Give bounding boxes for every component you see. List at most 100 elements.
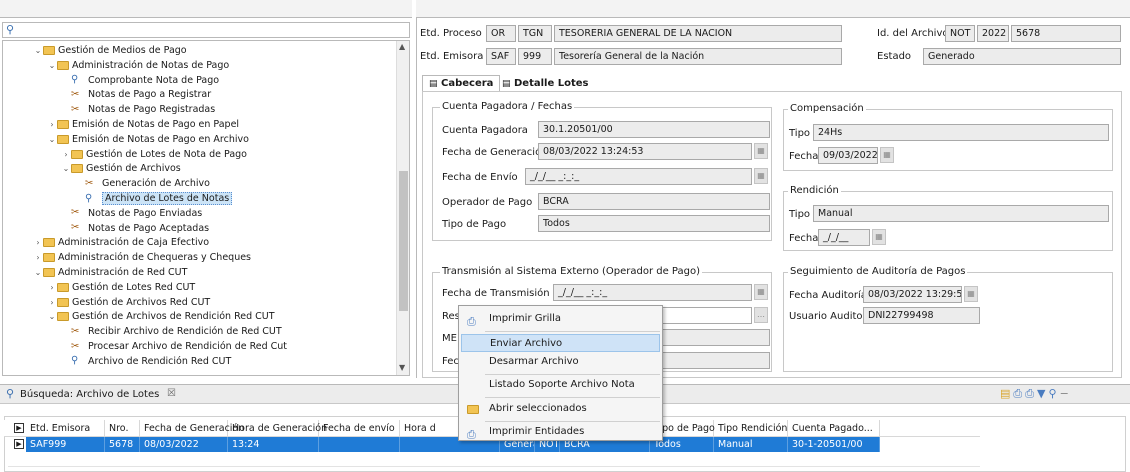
tree-scrollbar[interactable]: ▲ ▼ [396,41,409,375]
tree-item[interactable]: › Administración de Caja Efectivo [33,236,209,249]
fecha-auditoria-calendar-button[interactable]: ▦ [964,286,978,302]
chevron-down-icon[interactable]: ⌄ [61,164,71,173]
chevron-right-icon[interactable]: › [33,238,43,247]
chevron-down-icon[interactable]: ⌄ [33,268,43,277]
menu-item-imprimir-entidades[interactable]: ⎙ Imprimir Entidades [461,423,660,441]
open-folder-icon[interactable]: ▤ [1000,387,1013,400]
grid-column-header[interactable]: Etd. Emisora [26,420,105,437]
row-selector-icon[interactable]: ▶ [14,439,24,449]
folder-icon [57,60,69,70]
tree-item[interactable]: ⚲ Archivo de Lotes de Notas [75,192,233,205]
folder-icon [467,405,479,414]
chevron-down-icon[interactable]: ⌄ [47,61,57,70]
tree-item[interactable]: › Gestión de Lotes de Nota de Pago [61,148,247,161]
grid-cell[interactable] [319,437,400,452]
menu-item-enviar-archivo[interactable]: Enviar Archivo [461,334,660,352]
tree-item[interactable]: ⌄ Administración de Red CUT [33,266,188,279]
folder-icon [43,268,55,277]
scroll-thumb[interactable] [399,171,408,311]
grid-empty-line [8,466,980,467]
compensacion-calendar-button[interactable]: ▦ [880,147,894,163]
tab-detalle-lotes[interactable]: ▤ Detalle Lotes [496,76,595,91]
grid-cell[interactable]: SAF999 [26,437,105,452]
tree-search-bar[interactable]: ⚲ [2,22,410,38]
chevron-right-icon[interactable]: › [47,298,57,307]
tree-item[interactable]: ✂ Notas de Pago Aceptadas [61,222,209,235]
minimize-icon[interactable]: − [1060,387,1072,400]
rendicion-title: Rendición [788,185,841,196]
close-icon[interactable]: ☒ [167,388,176,399]
rendicion-fecha-label: Fecha [789,233,819,244]
tree-item-label: Emisión de Notas de Pago en Papel [72,119,240,130]
tree-item[interactable]: ✂ Notas de Pago a Registrar [61,88,211,101]
grid-cell[interactable]: Manual [714,437,788,452]
grid-cell[interactable]: 5678 [105,437,140,452]
tree-item[interactable]: ✂ Notas de Pago Enviadas [61,207,202,220]
tree-item-label: Notas de Pago a Registrar [88,89,212,101]
chevron-down-icon[interactable]: ⌄ [33,46,43,55]
fecha-transmision-calendar-button[interactable]: ▦ [754,284,768,300]
tree-item[interactable]: › Emisión de Notas de Pago en Papel [47,118,239,131]
folder-icon [71,149,83,159]
tree-item[interactable]: ✂ Recibir Archivo de Rendición de Red CUT [61,325,282,338]
tool-icon: ✂ [85,177,94,189]
chevron-down-icon[interactable]: ⌄ [47,135,57,144]
grid-column-header[interactable]: Hora de Generación [228,420,327,437]
tree-item[interactable]: ✂ Notas de Pago Registradas [61,103,215,116]
menu-separator [485,397,660,398]
tab-cabecera[interactable]: ▤ Cabecera [422,75,501,91]
grid-cell[interactable]: 13:24 [228,437,319,452]
fecha-envio-calendar-button[interactable]: ▦ [754,168,768,184]
fecha-envio-label: Fecha de Envío [442,172,518,183]
grid-column-header[interactable]: Nro. [105,420,140,437]
grid-cell[interactable]: 08/03/2022 [140,437,228,452]
tree-item[interactable]: ⌄ Administración de Notas de Pago [47,59,230,72]
scroll-up-icon[interactable]: ▲ [399,42,405,51]
grid-column-header[interactable]: Cuenta Pagado... [788,420,880,437]
grid-column-header[interactable]: Fecha de Generación [140,420,244,437]
grid-cell[interactable]: 30-1-20501/00 [788,437,880,452]
tree-item[interactable]: ⚲ Comprobante Nota de Pago [61,74,219,87]
menu-item-desarmar-archivo[interactable]: Desarmar Archivo [461,353,660,371]
folder-icon [57,120,69,129]
row-selector-icon[interactable]: ▶ [14,423,24,433]
chevron-right-icon[interactable]: › [61,150,71,159]
tree-item[interactable]: › Gestión de Lotes Red CUT [47,281,195,294]
chevron-right-icon[interactable]: › [33,253,43,262]
search-icon[interactable]: ⚲ [1049,387,1060,400]
tree-item[interactable]: ⌄ Emisión de Notas de Pago en Archivo [47,133,249,146]
etd-proceso-name: TESORERIA GENERAL DE LA NACION [554,25,842,42]
tree-item[interactable]: ⚲ Archivo de Rendición Red CUT [61,355,231,368]
menu-separator [485,374,660,375]
compensacion-tipo-label: Tipo [789,128,811,139]
res-field[interactable] [660,307,752,324]
res-browse-button[interactable]: … [754,307,768,323]
chevron-right-icon[interactable]: › [47,120,57,129]
tree-item[interactable]: ⌄ Gestión de Archivos [61,162,181,175]
menu-item-abrir-seleccionados[interactable]: Abrir seleccionados [461,400,660,418]
grid-column-header[interactable]: Fecha de envío [319,420,400,437]
etd-proceso-code1: OR [486,25,516,42]
print-icon[interactable]: ⎙ [1025,387,1037,400]
chevron-down-icon[interactable]: ⌄ [47,312,57,321]
menu-item-imprimir-grilla[interactable]: ⎙ Imprimir Grilla [461,310,660,328]
tree-item[interactable]: ⌄ Gestión de Medios de Pago [33,44,187,57]
tree-item[interactable]: ✂ Procesar Archivo de Rendición de Red Cu… [61,340,287,353]
chevron-right-icon[interactable]: › [47,283,57,292]
tree-item[interactable]: › Gestión de Archivos Red CUT [47,296,210,309]
scroll-down-icon[interactable]: ▼ [399,363,405,372]
search-icon: ⚲ [85,192,93,204]
fecha-generacion-calendar-button[interactable]: ▦ [754,143,768,159]
etd-emisora-code1: SAF [486,48,516,65]
grid-column-header[interactable]: Tipo Rendición [714,420,788,437]
tree-item[interactable]: ✂ Generación de Archivo [75,177,210,190]
usuario-auditor-label: Usuario Auditor [789,311,867,322]
menu-separator [485,331,660,332]
menu-item-listado-soporte[interactable]: Listado Soporte Archivo Nota [461,376,660,394]
print-icon[interactable]: ⎙ [1013,387,1025,400]
folder-icon [57,312,69,322]
tree-item[interactable]: ⌄ Gestión de Archivos de Rendición Red CU… [47,310,275,323]
filter-icon[interactable]: ▼ [1037,387,1048,400]
tree-item[interactable]: › Administración de Chequeras y Cheques [33,251,251,264]
rendicion-calendar-button[interactable]: ▦ [872,229,886,245]
